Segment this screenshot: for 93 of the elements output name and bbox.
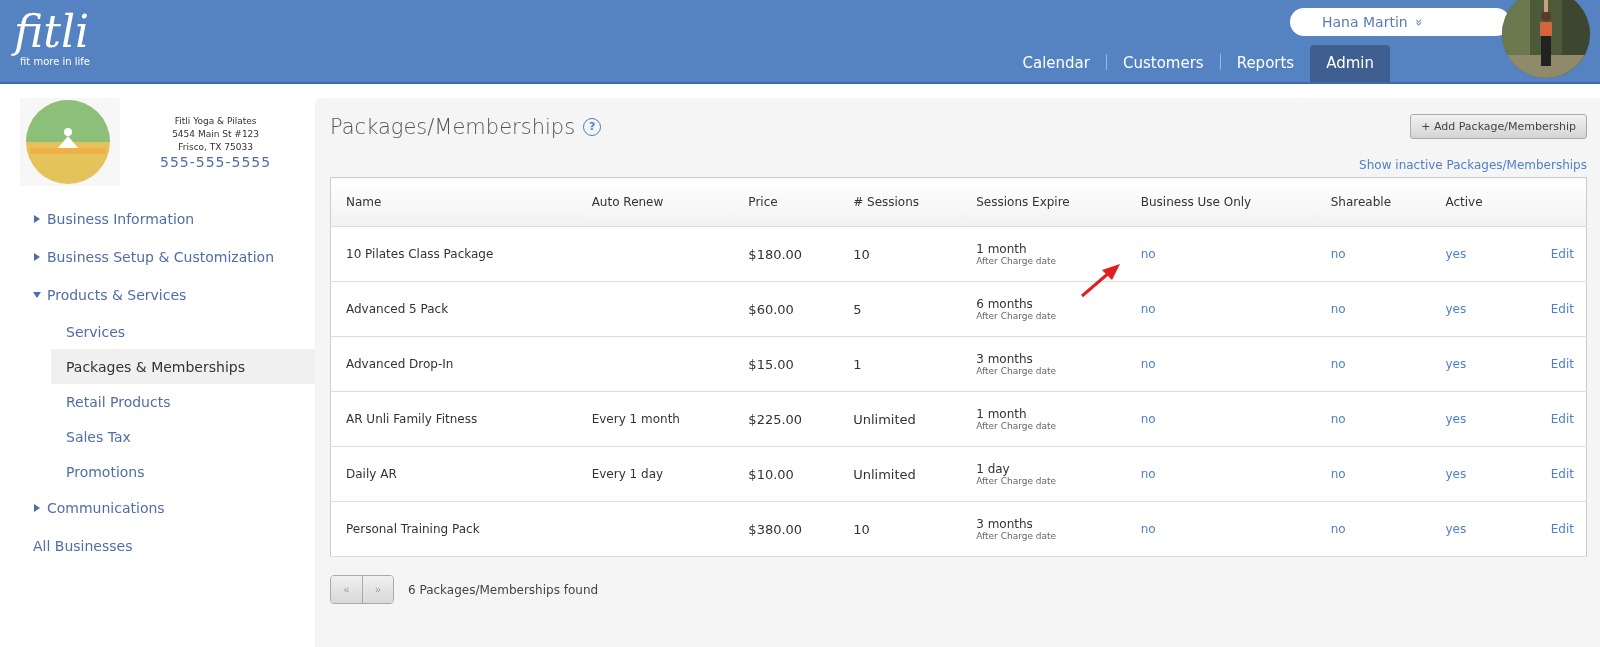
table-cell: $10.00 <box>748 466 794 482</box>
table-cell: Unlimited <box>853 466 916 482</box>
toggle-link[interactable]: no <box>1140 467 1156 481</box>
toggle-link[interactable]: yes <box>1445 467 1467 481</box>
toggle-link[interactable]: no <box>1140 357 1156 371</box>
edit-link[interactable]: Edit <box>1550 247 1574 261</box>
edit-link[interactable]: Edit <box>1550 522 1574 536</box>
nav-tab[interactable]: Reports <box>1220 45 1311 82</box>
column-header: Sessions Expire <box>961 177 1126 227</box>
column-header: Name <box>330 177 577 227</box>
nav-tab[interactable]: Calendar <box>1006 45 1106 82</box>
toggle-link[interactable]: yes <box>1445 302 1467 316</box>
next-page-button[interactable]: » <box>362 576 393 603</box>
table-cell: $15.00 <box>748 356 794 372</box>
expire-note: After Charge date <box>976 421 1058 431</box>
expire-period: 1 month <box>976 407 1028 421</box>
table-cell: 10 Pilates Class Package <box>346 247 494 261</box>
column-header: Auto Renew <box>576 177 734 227</box>
sidebar-subitem[interactable]: Sales Tax <box>51 419 315 454</box>
table-cell: $180.00 <box>748 246 803 262</box>
column-header: # Sessions <box>838 177 962 227</box>
expire-period: 1 month <box>976 242 1028 256</box>
column-header: Shareable <box>1315 177 1431 227</box>
expire-note: After Charge date <box>976 366 1058 376</box>
toggle-link[interactable]: no <box>1330 302 1346 316</box>
table-cell: Unlimited <box>853 411 916 427</box>
toggle-link[interactable]: no <box>1330 522 1346 536</box>
sidebar-item[interactable]: Business Information <box>0 200 315 238</box>
results-count: 6 Packages/Memberships found <box>408 582 599 597</box>
expire-period: 1 day <box>976 462 1011 476</box>
nav-tab[interactable]: Admin <box>1310 45 1390 82</box>
sidebar-label: Business Information <box>47 211 195 227</box>
sidebar-label: Products & Services <box>47 287 187 303</box>
edit-link[interactable]: Edit <box>1550 357 1574 371</box>
toggle-link[interactable]: yes <box>1445 357 1467 371</box>
table-cell: Personal Training Pack <box>346 522 480 536</box>
business-city: Frisco, TX 75033 <box>178 140 253 154</box>
sidebar-label: Business Setup & Customization <box>47 249 275 265</box>
table-cell: Daily AR <box>346 467 397 481</box>
table-cell: $380.00 <box>748 521 803 537</box>
column-header: Price <box>733 177 839 227</box>
expire-period: 3 months <box>976 352 1034 366</box>
table-cell: Every 1 month <box>591 412 680 426</box>
table-cell: Advanced 5 Pack <box>346 302 449 316</box>
toggle-link[interactable]: yes <box>1445 522 1467 536</box>
table-cell: Every 1 day <box>591 467 664 481</box>
toggle-link[interactable]: no <box>1330 467 1346 481</box>
toggle-link[interactable]: no <box>1140 412 1156 426</box>
edit-link[interactable]: Edit <box>1550 467 1574 481</box>
table-cell: 10 <box>853 521 870 537</box>
expire-note: After Charge date <box>976 256 1058 266</box>
sidebar-subitem[interactable]: Promotions <box>51 454 315 489</box>
sidebar-subitem[interactable]: Services <box>51 314 315 349</box>
add-package-button[interactable]: + Add Package/Membership <box>1410 114 1587 139</box>
previous-page-button[interactable]: « <box>331 576 362 603</box>
expire-note: After Charge date <box>976 531 1058 541</box>
sidebar-item[interactable]: Communications <box>0 489 315 527</box>
edit-link[interactable]: Edit <box>1550 412 1574 426</box>
tagline: fit more in life <box>20 56 90 67</box>
page-title: Packages/Memberships <box>330 114 576 139</box>
table-cell: 10 <box>853 246 870 262</box>
expire-period: 6 months <box>976 297 1034 311</box>
toggle-link[interactable]: yes <box>1445 247 1467 261</box>
toggle-link[interactable]: no <box>1330 357 1346 371</box>
nav-tab[interactable]: Customers <box>1106 45 1220 82</box>
toggle-link[interactable]: no <box>1140 522 1156 536</box>
toggle-link[interactable]: no <box>1140 302 1156 316</box>
business-name: Fitli Yoga & Pilates <box>174 114 257 128</box>
expire-period: 3 months <box>976 517 1034 531</box>
expire-note: After Charge date <box>976 311 1058 321</box>
toggle-link[interactable]: no <box>1330 247 1346 261</box>
annotation-arrow-icon <box>1080 262 1122 298</box>
toggle-link[interactable]: no <box>1330 412 1346 426</box>
sidebar-item[interactable]: Products & Services <box>0 276 315 314</box>
table-cell: AR Unli Family Fitness <box>346 412 478 426</box>
sidebar-subitem[interactable]: Retail Products <box>51 384 315 419</box>
table-cell: $60.00 <box>748 301 794 317</box>
sidebar-subitem[interactable]: Packages & Memberships <box>51 349 315 384</box>
sidebar-label: Communications <box>47 500 165 516</box>
expire-note: After Charge date <box>976 476 1058 486</box>
table-cell: 1 <box>853 356 862 372</box>
sidebar-item[interactable]: Business Setup & Customization <box>0 238 315 276</box>
table-cell: Advanced Drop-In <box>346 357 454 371</box>
edit-link[interactable]: Edit <box>1550 302 1574 316</box>
business-phone: 555-555-5555 <box>160 153 272 170</box>
toggle-link[interactable]: yes <box>1445 412 1467 426</box>
table-cell: $225.00 <box>748 411 803 427</box>
column-header: Active <box>1430 177 1511 227</box>
business-address: 5454 Main St #123 <box>172 127 260 141</box>
sidebar-link[interactable]: All Businesses <box>0 527 315 565</box>
toggle-link[interactable]: no <box>1140 247 1156 261</box>
table-cell: 5 <box>853 301 862 317</box>
column-header: Business Use Only <box>1125 177 1316 227</box>
